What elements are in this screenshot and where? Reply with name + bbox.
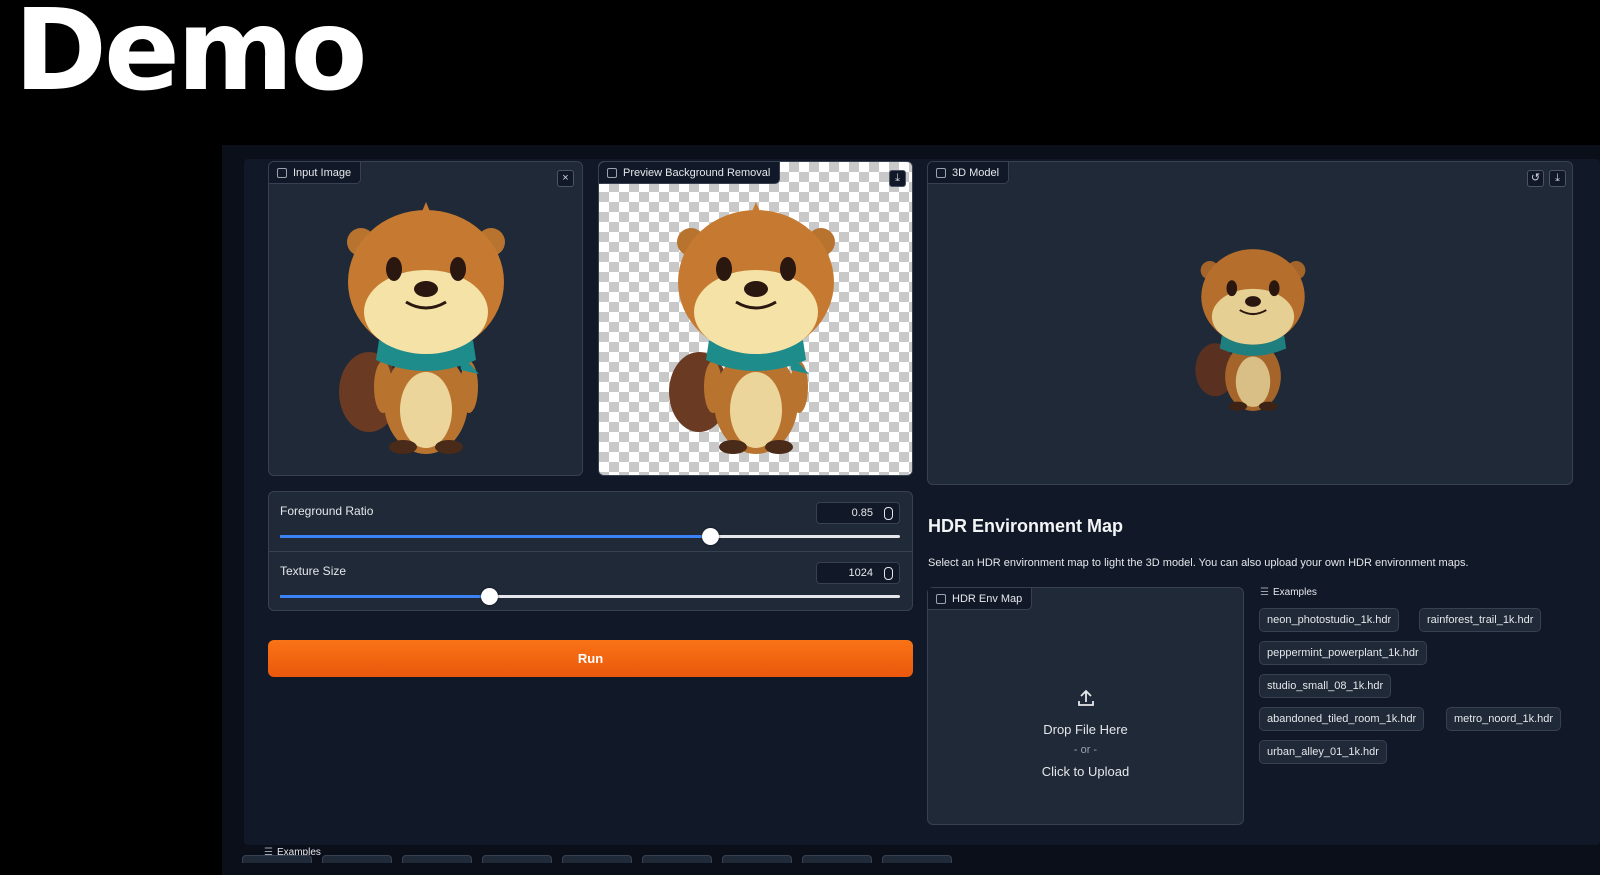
- foreground-ratio-value: 0.85: [851, 507, 873, 519]
- texture-size-row: Texture Size 1024: [269, 552, 912, 612]
- foreground-ratio-row: Foreground Ratio 0.85: [269, 492, 912, 552]
- example-thumbnail[interactable]: [802, 855, 872, 863]
- example-thumbnail[interactable]: [642, 855, 712, 863]
- download-icon[interactable]: ⤓: [1549, 170, 1566, 187]
- example-hdr-chip[interactable]: rainforest_trail_1k.hdr: [1419, 608, 1542, 632]
- texture-size-label: Texture Size: [280, 564, 347, 578]
- download-icon[interactable]: ⤓: [889, 170, 906, 187]
- otter-cutout-image: [669, 202, 835, 454]
- example-thumbnail[interactable]: [562, 855, 632, 863]
- 3d-model-label-text: 3D Model: [952, 166, 1000, 179]
- slider-thumb[interactable]: [701, 528, 719, 545]
- foreground-ratio-label: Foreground Ratio: [280, 504, 374, 518]
- app-content: Input Image × Preview Background Removal…: [244, 159, 1600, 858]
- texture-size-value: 1024: [848, 567, 873, 579]
- hdr-examples-label-text: Examples: [1272, 587, 1317, 598]
- file-icon: [936, 593, 946, 604]
- slider-fill: [280, 535, 710, 538]
- preview-label-text: Preview Background Removal: [623, 166, 771, 179]
- example-hdr-chip[interactable]: neon_photostudio_1k.hdr: [1259, 608, 1400, 632]
- hdr-examples-label: ☰ Examples: [1260, 587, 1317, 598]
- hdr-env-map-label-text: HDR Env Map: [952, 592, 1023, 605]
- list-icon: ☰: [1260, 587, 1269, 598]
- or-text: - or -: [1073, 744, 1098, 756]
- reset-icon[interactable]: [884, 507, 893, 520]
- 3d-model-label: 3D Model: [928, 162, 1010, 184]
- settings-sliders: Foreground Ratio 0.85 Texture Size 1024: [268, 491, 913, 611]
- example-thumbnail[interactable]: [242, 855, 312, 863]
- run-button[interactable]: Run: [268, 640, 913, 677]
- 3d-model-panel[interactable]: 3D Model ↺ ⤓: [927, 161, 1573, 485]
- gradio-app: Input Image × Preview Background Removal…: [222, 145, 1600, 875]
- reset-icon[interactable]: [884, 567, 893, 580]
- slider-thumb[interactable]: [480, 588, 498, 605]
- example-hdr-chip[interactable]: abandoned_tiled_room_1k.hdr: [1259, 707, 1425, 731]
- slider-fill: [280, 595, 489, 598]
- image-icon: [277, 167, 287, 178]
- input-image-panel[interactable]: Input Image ×: [268, 161, 583, 476]
- example-hdr-chip[interactable]: studio_small_08_1k.hdr: [1259, 674, 1392, 698]
- example-thumbnail[interactable]: [722, 855, 792, 863]
- hdr-description: Select an HDR environment map to light t…: [928, 557, 1469, 569]
- example-hdr-chip[interactable]: peppermint_powerplant_1k.hdr: [1259, 641, 1427, 665]
- input-image-label: Input Image: [269, 162, 362, 184]
- hdr-env-map-label: HDR Env Map: [928, 588, 1033, 610]
- close-icon[interactable]: ×: [557, 170, 574, 187]
- example-thumbnail[interactable]: [882, 855, 952, 863]
- upload-prompt: Drop File Here - or - Click to Upload: [928, 688, 1243, 782]
- example-thumbnail[interactable]: [402, 855, 472, 863]
- 3d-model-viewer[interactable]: [1190, 234, 1316, 416]
- file-icon: [936, 167, 946, 178]
- preview-bg-removal-panel[interactable]: Preview Background Removal ⤓: [598, 161, 913, 476]
- hdr-section-title: HDR Environment Map: [928, 516, 1124, 536]
- reset-icon[interactable]: ↺: [1527, 170, 1544, 187]
- texture-size-input[interactable]: 1024: [816, 562, 900, 584]
- slide-title: Demo: [14, 0, 368, 116]
- preview-label: Preview Background Removal: [599, 162, 781, 184]
- texture-size-slider[interactable]: [280, 588, 900, 605]
- example-hdr-chip[interactable]: urban_alley_01_1k.hdr: [1259, 740, 1387, 764]
- foreground-ratio-input[interactable]: 0.85: [816, 502, 900, 524]
- example-thumbnail[interactable]: [482, 855, 552, 863]
- foreground-ratio-slider[interactable]: [280, 528, 900, 545]
- hdr-upload-dropzone[interactable]: HDR Env Map Drop File Here - or - Click …: [927, 587, 1244, 825]
- example-thumbnail[interactable]: [322, 855, 392, 863]
- input-image-label-text: Input Image: [293, 166, 352, 179]
- drop-file-text: Drop File Here: [1043, 722, 1128, 737]
- upload-icon: [1077, 689, 1094, 706]
- image-icon: [607, 167, 617, 178]
- example-hdr-chip[interactable]: metro_noord_1k.hdr: [1446, 707, 1562, 731]
- click-to-upload-text[interactable]: Click to Upload: [928, 761, 1243, 782]
- otter-image: [339, 202, 505, 454]
